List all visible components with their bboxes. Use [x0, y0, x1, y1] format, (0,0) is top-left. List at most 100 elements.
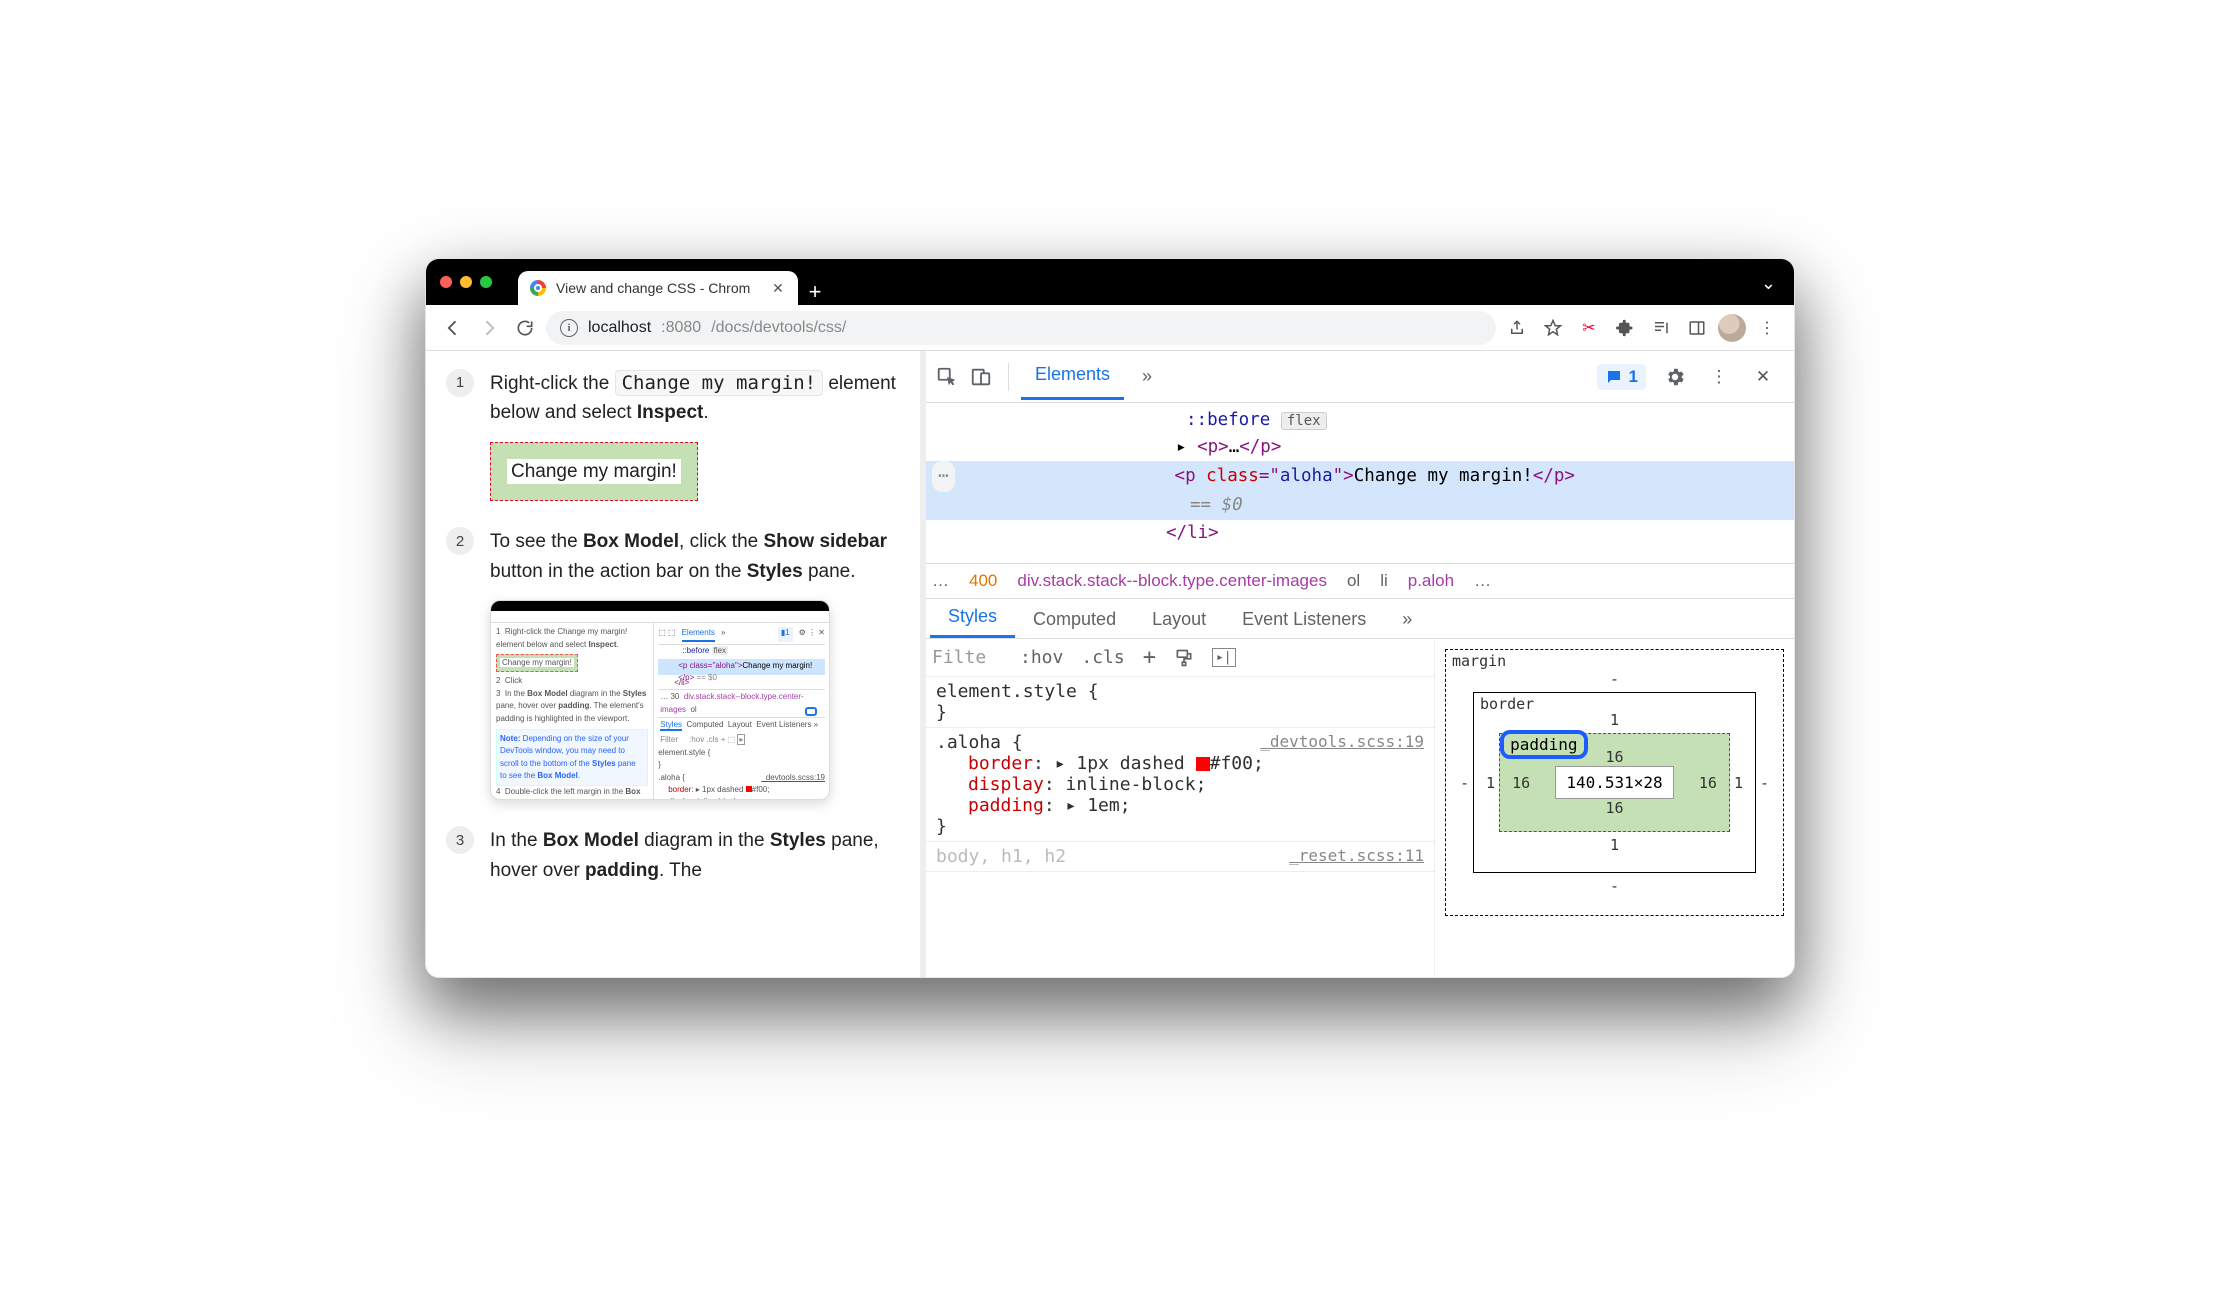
tag: ">	[1333, 466, 1354, 486]
tag: </p>	[1533, 466, 1575, 486]
tab-styles[interactable]: Styles	[930, 598, 1015, 638]
tab-strip: View and change CSS - Chrom ✕ + ⌄	[426, 259, 1794, 305]
change-margin-demo[interactable]: Change my margin!	[490, 442, 698, 501]
tab-close-icon[interactable]: ✕	[770, 280, 786, 297]
b: Styles	[770, 830, 826, 851]
tabs-overflow-icon[interactable]: »	[1128, 356, 1166, 397]
devtools-close-icon[interactable]: ✕	[1748, 362, 1778, 392]
pseudo: ::before	[1186, 410, 1270, 430]
crumb[interactable]: div.stack.stack--block.type.center-image…	[1017, 571, 1327, 591]
messages-badge[interactable]: 1	[1597, 364, 1646, 390]
scissors-icon[interactable]: ✂	[1574, 313, 1604, 343]
t: button in the action bar on the	[490, 561, 747, 582]
css-rule[interactable]: element.style { }	[926, 677, 1434, 728]
border-top[interactable]: 1	[1486, 711, 1743, 729]
selector: body, h1, h2	[936, 846, 1066, 867]
margin-top[interactable]: -	[1460, 670, 1769, 688]
reading-list-icon[interactable]	[1646, 313, 1676, 343]
tag: <p	[1175, 466, 1207, 486]
border-right[interactable]: 1	[1734, 774, 1743, 792]
maximize-window-icon[interactable]	[480, 276, 492, 288]
browser-tab[interactable]: View and change CSS - Chrom ✕	[518, 271, 798, 305]
tab-elements[interactable]: Elements	[1021, 354, 1124, 400]
window-controls	[440, 259, 518, 305]
screenshot-thumbnail: 1 Right-click the Change my margin! elem…	[490, 600, 830, 800]
selected-node[interactable]: ⋯<p class="aloha">Change my margin!</p>=…	[926, 461, 1794, 519]
tab-title: View and change CSS - Chrom	[556, 280, 750, 296]
dom-breadcrumbs[interactable]: … 400 div.stack.stack--block.type.center…	[926, 563, 1794, 599]
margin-right[interactable]: -	[1760, 774, 1769, 792]
address-bar[interactable]: i localhost:8080/docs/devtools/css/	[546, 311, 1496, 345]
styles-pane: Filte :hov .cls + ▸| element.style { } _…	[926, 639, 1434, 977]
new-rule-icon[interactable]: +	[1143, 645, 1156, 670]
bookmark-icon[interactable]	[1538, 313, 1568, 343]
crumb[interactable]: …	[1474, 571, 1491, 591]
css-prop: border	[968, 753, 1033, 774]
margin-bottom[interactable]: -	[1460, 877, 1769, 895]
side-panel-icon[interactable]	[1682, 313, 1712, 343]
settings-gear-icon[interactable]	[1660, 362, 1690, 392]
t: , click the	[679, 531, 763, 552]
box-model-diagram[interactable]: margin - - border 1 1 padding	[1434, 639, 1794, 977]
tab-computed[interactable]: Computed	[1015, 601, 1134, 638]
share-icon[interactable]	[1502, 313, 1532, 343]
cls-toggle[interactable]: .cls	[1081, 647, 1124, 668]
color-swatch-icon[interactable]	[1196, 757, 1210, 771]
minimize-window-icon[interactable]	[460, 276, 472, 288]
step-number: 2	[446, 527, 474, 555]
page-content: 1 Right-click the Change my margin! elem…	[426, 351, 926, 977]
source-link[interactable]: _reset.scss:11	[1289, 846, 1424, 865]
devtools-panel: Elements » 1 ⋮ ✕ ::before flex ▸ <p>…</p…	[926, 351, 1794, 977]
profile-avatar[interactable]	[1718, 314, 1746, 342]
crumb[interactable]: p.aloh	[1408, 571, 1454, 591]
border-bottom[interactable]: 1	[1486, 836, 1743, 854]
t: pane.	[803, 561, 856, 582]
flex-badge[interactable]: flex	[1281, 412, 1327, 430]
border-left[interactable]: 1	[1486, 774, 1495, 792]
padding-bottom[interactable]: 16	[1512, 799, 1717, 817]
css-val: 1em	[1087, 795, 1120, 816]
ellipsis-icon[interactable]: ⋯	[932, 461, 955, 492]
css-rule[interactable]: _reset.scss:11 body, h1, h2	[926, 842, 1434, 872]
tabs-menu-icon[interactable]: ⌄	[1761, 273, 1776, 294]
margin-left[interactable]: -	[1460, 774, 1469, 792]
source-link[interactable]: _devtools.scss:19	[1260, 732, 1424, 751]
attr: class	[1206, 466, 1259, 486]
t: In the	[490, 830, 543, 851]
tab-layout[interactable]: Layout	[1134, 601, 1224, 638]
css-rule[interactable]: _devtools.scss:19 .aloha { border: ▸ 1px…	[926, 728, 1434, 842]
b: Box Model	[583, 531, 679, 552]
hov-toggle[interactable]: :hov	[1020, 647, 1063, 668]
padding-left[interactable]: 16	[1512, 774, 1530, 792]
content-size[interactable]: 140.531×28	[1555, 766, 1673, 799]
show-sidebar-icon[interactable]: ▸|	[1212, 648, 1236, 667]
browser-menu-icon[interactable]: ⋮	[1752, 313, 1782, 343]
tag: </li>	[1166, 523, 1219, 543]
crumb[interactable]: …	[932, 571, 949, 591]
crumb[interactable]: li	[1380, 571, 1388, 591]
crumb[interactable]: 400	[969, 571, 997, 591]
chrome-favicon-icon	[530, 280, 546, 296]
tabs-overflow-icon[interactable]: »	[1384, 601, 1430, 638]
dom-tree[interactable]: ::before flex ▸ <p>…</p> ⋯<p class="aloh…	[926, 403, 1794, 563]
step-number: 1	[446, 369, 474, 397]
site-info-icon[interactable]: i	[560, 319, 578, 337]
styles-paint-icon[interactable]	[1174, 648, 1194, 668]
attrval: aloha	[1280, 466, 1333, 486]
tab-event-listeners[interactable]: Event Listeners	[1224, 601, 1384, 638]
demo-text: Change my margin!	[507, 459, 681, 484]
devtools-menu-icon[interactable]: ⋮	[1704, 362, 1734, 392]
new-tab-button[interactable]: +	[798, 279, 832, 305]
device-toggle-icon[interactable]	[966, 362, 996, 392]
reload-button[interactable]	[510, 313, 540, 343]
back-button[interactable]	[438, 313, 468, 343]
extensions-icon[interactable]	[1610, 313, 1640, 343]
padding-right[interactable]: 16	[1699, 774, 1717, 792]
step-number: 3	[446, 826, 474, 854]
tag: <p>	[1197, 437, 1229, 457]
filter-input[interactable]: Filte	[932, 647, 1002, 668]
crumb[interactable]: ol	[1347, 571, 1360, 591]
inspect-element-icon[interactable]	[932, 362, 962, 392]
close-window-icon[interactable]	[440, 276, 452, 288]
url-host: localhost	[588, 319, 651, 337]
